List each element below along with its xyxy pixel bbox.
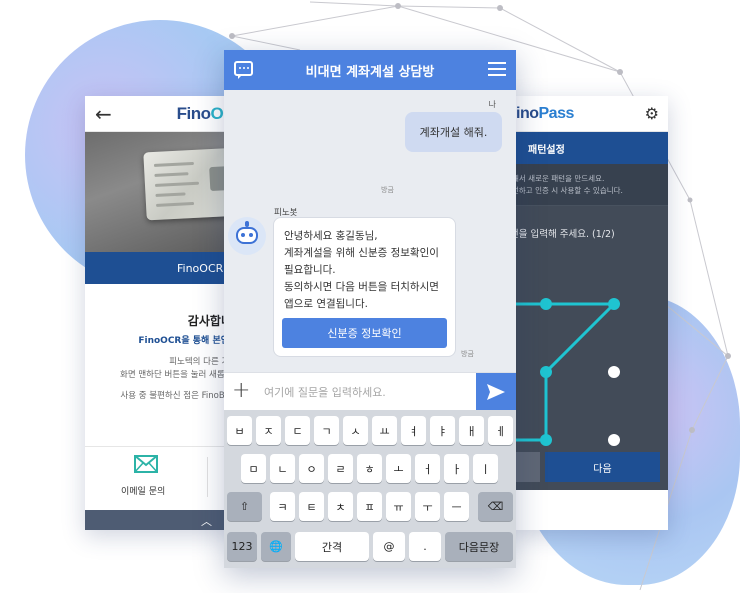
- dot-key[interactable]: .: [409, 532, 441, 561]
- keyboard-key[interactable]: ㅋ: [270, 492, 295, 521]
- pattern-dot: [540, 434, 552, 446]
- keyboard-key[interactable]: ㄴ: [270, 454, 295, 483]
- my-name-label: 나: [488, 100, 496, 109]
- pattern-grid[interactable]: [510, 206, 668, 490]
- id-card-photo: [85, 132, 235, 252]
- finoocr-header: ← FinoOC: [85, 96, 235, 132]
- keyboard-key[interactable]: ㄷ: [285, 416, 310, 445]
- shift-icon: ⇧: [239, 500, 250, 513]
- keyboard-key[interactable]: ㄹ: [328, 454, 353, 483]
- pattern-description: 해서 새로운 패턴을 만드세요. 번하고 인증 시 사용할 수 있습니다.: [510, 164, 668, 206]
- finoocr-footer: ︿: [85, 510, 235, 530]
- keyboard-key[interactable]: ㅊ: [328, 492, 353, 521]
- send-icon: [487, 384, 505, 400]
- arrow-left-icon[interactable]: ←: [95, 102, 119, 126]
- keyboard-key[interactable]: ㅌ: [299, 492, 324, 521]
- keyboard-key[interactable]: ㅐ: [459, 416, 484, 445]
- plus-icon[interactable]: +: [232, 380, 250, 402]
- pattern-dot: [608, 298, 620, 310]
- keyboard-key[interactable]: ㅈ: [256, 416, 281, 445]
- chat-title: 비대면 계좌계설 상담방: [305, 65, 435, 80]
- info-text-2: 화면 맨하단 버튼을 눌러 새롭게 경: [120, 370, 235, 380]
- keyboard-key[interactable]: ㅏ: [444, 454, 469, 483]
- backspace-icon: ⌫: [487, 500, 504, 513]
- bot-message-text: 안녕하세요 홍길동님, 계좌계설을 위해 신분증 정보확인이 필요합니다. 동의…: [284, 230, 439, 310]
- finoocr-phone: ← FinoOC FinoOCR 인 감사합니다 FinoOCR을 통해 본인 …: [85, 96, 235, 530]
- next-sentence-key[interactable]: 다음문장: [445, 532, 513, 561]
- keyboard-key[interactable]: ㅓ: [415, 454, 440, 483]
- keyboard-key[interactable]: ㅣ: [473, 454, 498, 483]
- keyboard-key[interactable]: ㅑ: [430, 416, 455, 445]
- bot-message-time: 방금: [461, 350, 474, 358]
- email-inquiry-button[interactable]: 이메일 문의: [85, 446, 235, 510]
- next-button[interactable]: 다음: [545, 452, 660, 482]
- keyboard-key[interactable]: ㅁ: [241, 454, 266, 483]
- email-inquiry-label: 이메일 문의: [121, 487, 166, 497]
- keyboard-key[interactable]: ㅜ: [415, 492, 440, 521]
- globe-icon: 🌐: [269, 540, 283, 553]
- keyboard-key[interactable]: ㅎ: [357, 454, 382, 483]
- info-text-1: 피노텍의 다른 기술이: [169, 357, 235, 367]
- keyboard-key[interactable]: ㅂ: [227, 416, 252, 445]
- pattern-desc-line-1: 해서 새로운 패턴을 만드세요.: [512, 174, 605, 183]
- pattern-dot: [540, 298, 552, 310]
- id-card-image: [143, 147, 235, 221]
- pattern-desc-line-2: 번하고 인증 시 사용할 수 있습니다.: [512, 186, 623, 195]
- globe-key[interactable]: 🌐: [261, 532, 291, 561]
- at-key[interactable]: @: [373, 532, 405, 561]
- pattern-dot: [608, 434, 620, 446]
- keyboard-key[interactable]: ㅠ: [386, 492, 411, 521]
- keyboard-key[interactable]: ㅇ: [299, 454, 324, 483]
- divider: [207, 457, 208, 497]
- pattern-settings-title: 패턴설정: [510, 132, 668, 164]
- backspace-key[interactable]: ⌫: [478, 492, 513, 521]
- finopass-header: inoPass ⚙: [510, 96, 668, 132]
- gear-icon[interactable]: ⚙: [645, 104, 659, 123]
- korean-keyboard: ㅂ ㅈ ㄷ ㄱ ㅅ ㅛ ㅕ ㅑ ㅐ ㅔ ㅁ ㄴ ㅇ ㄹ ㅎ ㅗ ㅓ ㅏ ㅣ ⇧ …: [224, 410, 516, 568]
- keyboard-key[interactable]: ㅛ: [372, 416, 397, 445]
- finoocr-band: FinoOCR 인: [85, 252, 235, 284]
- numbers-key[interactable]: 123: [227, 532, 257, 561]
- keyboard-key[interactable]: ㅔ: [488, 416, 513, 445]
- thanks-heading: 감사합니다: [187, 314, 235, 328]
- envelope-icon: [134, 455, 158, 473]
- keyboard-key[interactable]: ㅡ: [444, 492, 469, 521]
- pattern-area: 턴을 입력해 주세요. (1/2) 다음: [510, 206, 668, 490]
- chat-phone: 비대면 계좌계설 상담방 나 계좌개설 해줘. 방금 피노봇 안녕하세요 홍길동…: [224, 50, 516, 568]
- info-text-3: 사용 중 불편하신 점은 FinoBot을: [120, 391, 235, 401]
- ocr-confirm-text: FinoOCR을 통해 본인 확인이: [138, 336, 235, 346]
- keyboard-key[interactable]: ㅕ: [401, 416, 426, 445]
- keyboard-key[interactable]: ㄱ: [314, 416, 339, 445]
- chat-input[interactable]: 여기에 질문을 입력하세요.: [264, 384, 386, 400]
- keyboard-key[interactable]: ㅅ: [343, 416, 368, 445]
- finopass-logo: inoPass: [516, 104, 574, 122]
- my-message-time: 방금: [381, 186, 394, 194]
- chat-header: 비대면 계좌계설 상담방: [224, 50, 516, 90]
- my-message-bubble: 계좌개설 해줘.: [405, 112, 502, 152]
- chevron-up-icon[interactable]: ︿: [201, 513, 212, 529]
- chat-body: 나 계좌개설 해줘. 방금 피노봇 안녕하세요 홍길동님, 계좌계설을 위해 신…: [224, 90, 516, 372]
- space-key[interactable]: 간격: [295, 532, 369, 561]
- keyboard-key[interactable]: ㅗ: [386, 454, 411, 483]
- bot-message-bubble: 안녕하세요 홍길동님, 계좌계설을 위해 신분증 정보확인이 필요합니다. 동의…: [273, 217, 456, 357]
- keyboard-key[interactable]: ㅍ: [357, 492, 382, 521]
- pattern-dot: [540, 366, 552, 378]
- id-verify-button[interactable]: 신분증 정보확인: [282, 318, 447, 348]
- send-button[interactable]: [476, 373, 516, 411]
- hamburger-menu-icon[interactable]: [488, 62, 506, 77]
- pattern-dot: [608, 366, 620, 378]
- shift-key[interactable]: ⇧: [227, 492, 262, 521]
- chat-input-bar: + 여기에 질문을 입력하세요.: [224, 372, 516, 411]
- finopass-phone: inoPass ⚙ 패턴설정 해서 새로운 패턴을 만드세요. 번하고 인증 시…: [510, 96, 668, 530]
- bot-avatar: [228, 217, 266, 255]
